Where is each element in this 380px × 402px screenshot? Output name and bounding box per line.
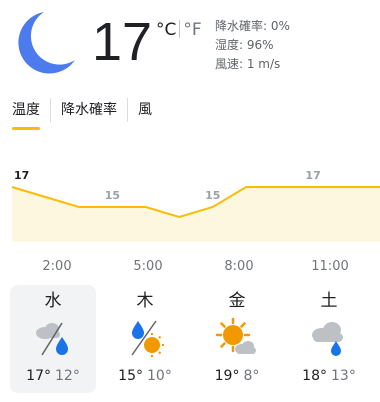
time-label: 2:00 bbox=[42, 259, 72, 274]
daily-forecast: 水 17° 12° 木 15° 10° 金 19° 8° 土 18° 13° bbox=[10, 285, 380, 395]
tab-wind[interactable]: 風 bbox=[127, 98, 162, 122]
high-temp: 15° bbox=[118, 368, 143, 384]
time-label: 5:00 bbox=[133, 259, 163, 274]
time-axis: 2:00 5:00 8:00 11:00 bbox=[0, 259, 380, 277]
day-temperatures: 19° 8° bbox=[194, 367, 280, 385]
wind-text: 風速: 1 m/s bbox=[215, 57, 281, 71]
weather-details: 降水確率: 0% 湿度: 96% 風速: 1 m/s bbox=[215, 17, 290, 74]
day-temperatures: 15° 10° bbox=[102, 367, 188, 385]
day-name: 土 bbox=[320, 291, 338, 311]
high-temp: 18° bbox=[302, 368, 327, 384]
high-temp: 19° bbox=[214, 368, 240, 384]
time-label: 8:00 bbox=[224, 259, 254, 274]
humidity-text: 湿度: 96% bbox=[215, 38, 274, 52]
tab-temperature[interactable]: 温度 bbox=[12, 98, 50, 130]
low-temp: 13° bbox=[331, 368, 356, 384]
precipitation-text: 降水確率: 0% bbox=[215, 19, 290, 33]
day-card-friday[interactable]: 金 19° 8° bbox=[194, 285, 280, 393]
low-temp: 8° bbox=[243, 368, 260, 384]
cloud-rain-icon bbox=[36, 322, 68, 356]
day-temperatures: 17° 12° bbox=[10, 367, 96, 385]
high-temp: 17° bbox=[26, 368, 51, 384]
tab-bar: 温度 降水確率 風 bbox=[12, 98, 162, 130]
time-label: 11:00 bbox=[311, 259, 349, 274]
chart-point-label: 17 bbox=[14, 169, 29, 182]
fahrenheit-toggle[interactable]: °F bbox=[183, 20, 201, 40]
celsius-toggle[interactable]: °C bbox=[156, 20, 176, 40]
sun-cloud-icon bbox=[216, 317, 256, 354]
day-name: 金 bbox=[228, 291, 246, 311]
chart-point-label: 15 bbox=[205, 189, 220, 202]
temperature-area bbox=[12, 187, 380, 242]
day-temperatures: 18° 13° bbox=[286, 367, 372, 385]
chart-point-label: 15 bbox=[105, 189, 120, 202]
day-card-thursday[interactable]: 木 15° 10° bbox=[102, 285, 188, 393]
low-temp: 10° bbox=[147, 368, 172, 384]
tab-precipitation[interactable]: 降水確率 bbox=[50, 98, 127, 122]
unit-divider bbox=[179, 20, 181, 38]
low-temp: 12° bbox=[55, 368, 80, 384]
day-name: 水 bbox=[44, 291, 62, 311]
day-card-saturday[interactable]: 土 18° 13° bbox=[286, 285, 372, 393]
temperature-chart: 17 15 15 17 bbox=[11, 169, 380, 242]
moon-icon bbox=[18, 12, 75, 74]
day-card-wednesday[interactable]: 水 17° 12° bbox=[10, 285, 96, 393]
current-conditions: 17 °C °F 降水確率: 0% 湿度: 96% 風速: 1 m/s bbox=[0, 0, 380, 90]
cloud-shower-icon bbox=[312, 322, 343, 356]
unit-toggle: °C °F bbox=[156, 20, 202, 40]
day-name: 木 bbox=[136, 291, 154, 311]
chart-point-label: 17 bbox=[305, 169, 320, 182]
current-temperature: 17 bbox=[92, 12, 153, 72]
sun-rain-split-icon bbox=[131, 320, 164, 357]
